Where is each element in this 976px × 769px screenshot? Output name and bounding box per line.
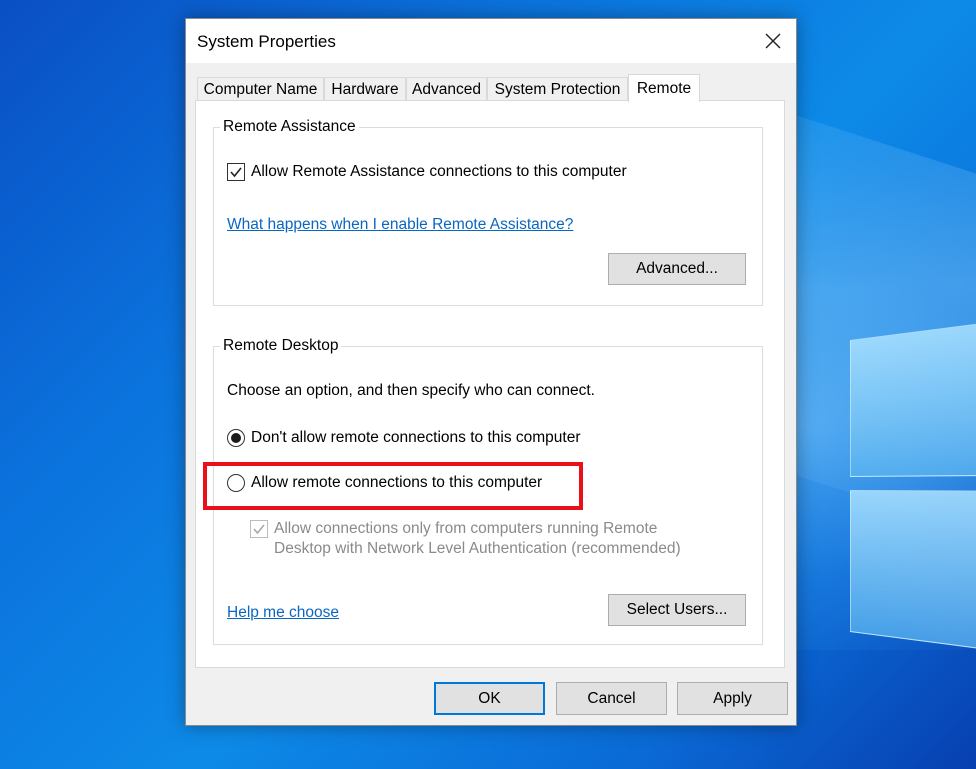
remote-tab-panel: Remote Assistance Allow Remote Assistanc… [195, 100, 785, 668]
remote-desktop-instruction: Choose an option, and then specify who c… [227, 382, 595, 399]
red-highlight-box [203, 462, 583, 510]
tab-remote[interactable]: Remote [628, 74, 700, 102]
nla-label-line1: Allow connections only from computers ru… [274, 520, 658, 537]
allow-remote-assistance-label: Allow Remote Assistance connections to t… [251, 163, 627, 180]
windows-logo-pane-bottom [850, 490, 976, 649]
allow-remote-assistance-checkbox[interactable] [227, 163, 245, 181]
remote-assistance-help-link[interactable]: What happens when I enable Remote Assist… [227, 216, 573, 234]
help-me-choose-link[interactable]: Help me choose [227, 604, 339, 622]
apply-button[interactable]: Apply [677, 682, 788, 715]
tab-advanced[interactable]: Advanced [406, 77, 487, 101]
tab-system-protection[interactable]: System Protection [487, 77, 628, 101]
close-icon [765, 33, 781, 49]
remote-assistance-group: Remote Assistance Allow Remote Assistanc… [213, 118, 763, 306]
cancel-button[interactable]: Cancel [556, 682, 667, 715]
ok-button[interactable]: OK [434, 682, 545, 715]
window-title: System Properties [197, 32, 336, 51]
windows-logo-pane-top [850, 323, 976, 477]
windows-logo-wallpaper [850, 301, 976, 668]
allow-remote-assistance-row[interactable]: Allow Remote Assistance connections to t… [227, 163, 627, 181]
close-button[interactable] [750, 19, 796, 63]
title-bar[interactable]: System Properties [186, 19, 796, 63]
dont-allow-remote-radio[interactable] [227, 429, 245, 447]
checkmark-icon [230, 167, 242, 178]
nla-row: Allow connections only from computers ru… [250, 519, 681, 559]
nla-label-line2: Desktop with Network Level Authenticatio… [274, 540, 681, 557]
radio-selected-dot [231, 433, 241, 443]
tab-computer-name[interactable]: Computer Name [197, 77, 324, 101]
nla-checkbox [250, 520, 268, 538]
tab-hardware[interactable]: Hardware [324, 77, 406, 101]
advanced-button[interactable]: Advanced... [608, 253, 746, 285]
dont-allow-remote-row[interactable]: Don't allow remote connections to this c… [227, 429, 580, 447]
remote-assistance-group-label: Remote Assistance [220, 118, 359, 136]
checkmark-icon [253, 524, 265, 535]
select-users-button[interactable]: Select Users... [608, 594, 746, 626]
nla-label: Allow connections only from computers ru… [274, 519, 681, 559]
remote-desktop-group-label: Remote Desktop [220, 337, 342, 355]
system-properties-dialog: System Properties Computer Name Hardware… [185, 18, 797, 726]
dont-allow-remote-label: Don't allow remote connections to this c… [251, 429, 581, 446]
